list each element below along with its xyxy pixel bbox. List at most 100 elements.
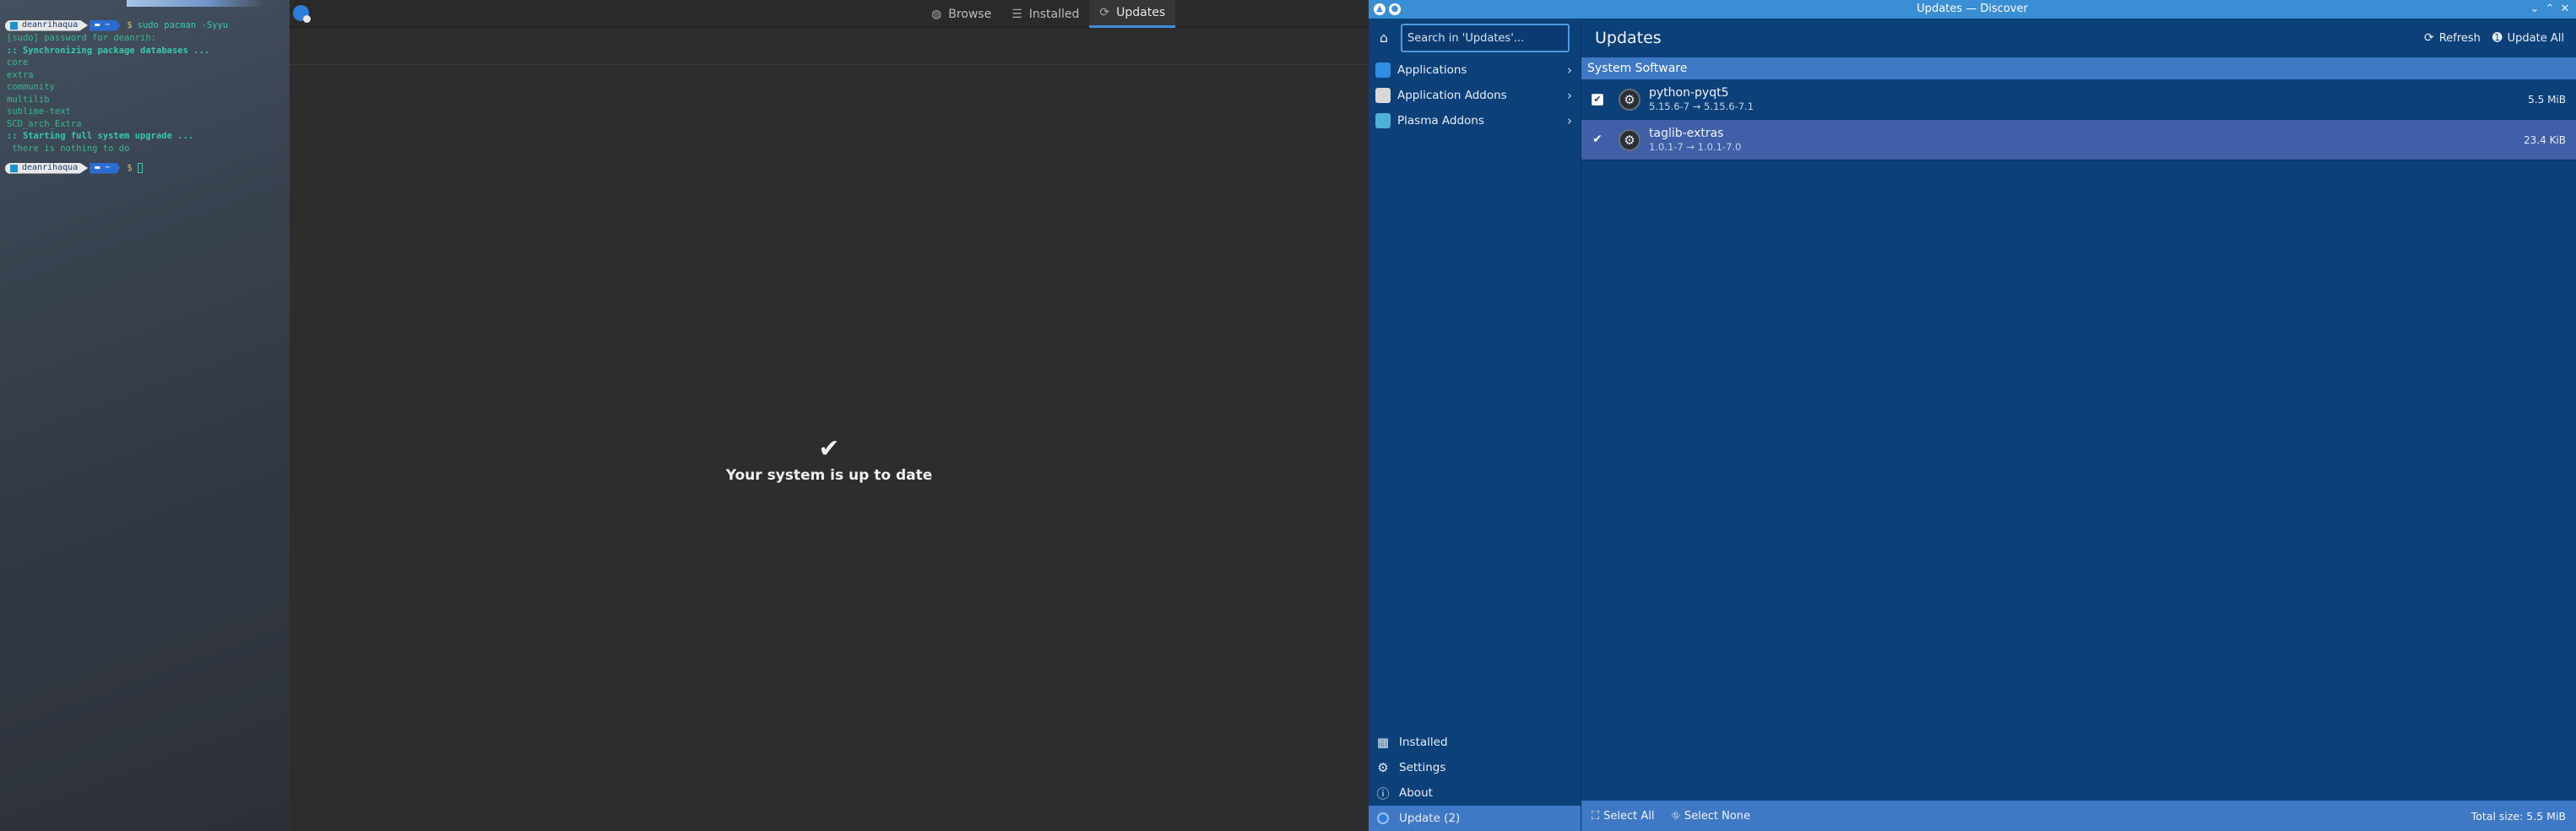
sidebar-item-plasma-addons[interactable]: Plasma Addons › <box>1369 108 1581 133</box>
nav-item-label: About <box>1399 786 1433 800</box>
chevron-right-icon: › <box>1567 113 1572 128</box>
title-bar: ▲ ● Updates — Discover ⌄ ⌃ ✕ <box>1369 0 2576 19</box>
prompt-dollar: $ <box>127 19 133 30</box>
terminal-line: SCD_arch_Extra <box>7 118 82 129</box>
terminal-window[interactable]: deanrihaqua ▬ ~ $ sudo pacman -Syyu [sud… <box>0 0 290 831</box>
minimize-button[interactable]: ⌄ <box>2527 0 2542 19</box>
package-icon: ⚙ <box>1619 88 1641 111</box>
nav-item-label: Settings <box>1399 761 1446 774</box>
window-title: Updates — Discover <box>1917 3 2028 15</box>
package-name: python-pyqt5 <box>1649 86 1729 100</box>
nav-item-update[interactable]: Update (2) <box>1369 806 1581 831</box>
folder-icon: ▬ <box>95 19 106 30</box>
package-name: taglib-extras <box>1649 127 1724 140</box>
sidebar-item-application-addons[interactable]: Application Addons › <box>1369 83 1581 108</box>
nav-item-grid[interactable]: ▦ Installed <box>1369 730 1581 755</box>
wallpaper-strip <box>127 0 262 7</box>
globe-icon: ◍ <box>931 7 942 21</box>
page-title: Updates <box>1595 29 1662 47</box>
update-row[interactable]: ✔ ⚙ python-pyqt5 5.15.6-7 → 5.15.6-7.1 5.5 M… <box>1581 79 2576 120</box>
prompt-line-current[interactable]: deanrihaqua ▬ ~ $ <box>0 161 290 175</box>
terminal-line: :: Starting full system upgrade ... <box>7 131 194 141</box>
arch-logo-icon <box>10 164 18 172</box>
prompt-user-segment: deanrihaqua <box>5 162 89 174</box>
select-all-icon: ⛶ <box>1592 809 1600 823</box>
refresh-icon: ⟳ <box>1099 6 1110 19</box>
nav-item-label: Update (2) <box>1399 812 1461 825</box>
prompt-line: deanrihaqua ▬ ~ $ sudo pacman -Syyu <box>0 19 290 32</box>
sidebar-top: ⌂ <box>1369 19 1581 57</box>
grid-icon: ▦ <box>1376 735 1390 750</box>
tab-bar: ◍ Browse ☰ Installed ⟳ Updates <box>290 0 1369 28</box>
prompt-dollar: $ <box>127 162 133 173</box>
package-info: python-pyqt5 5.15.6-7 → 5.15.6-7.1 <box>1649 85 2528 113</box>
footer-bar: ⛶ Select All ⛗ Select None Total size: 5… <box>1581 801 2576 831</box>
refresh-icon: ⟳ <box>2424 31 2434 45</box>
search-input[interactable] <box>1401 24 1570 52</box>
update-list: ✔ ⚙ python-pyqt5 5.15.6-7 → 5.15.6-7.1 5.5 M… <box>1581 79 2576 160</box>
package-version: 1.0.1-7 → 1.0.1-7.0 <box>1649 141 1742 153</box>
terminal-output: [sudo] password for deanrih::: Synchroni… <box>0 32 290 155</box>
nav-item-label: Installed <box>1399 736 1448 749</box>
select-none-button[interactable]: ⛗ Select None <box>1671 810 1750 823</box>
close-button[interactable]: ✕ <box>2557 0 2573 19</box>
category-list: Applications › Application Addons › Plasma A… <box>1369 57 1581 133</box>
nav-item-info[interactable]: ⓘ About <box>1369 780 1581 806</box>
terminal-line: sublime-text <box>7 106 71 117</box>
mid-tabs: ◍ Browse ☰ Installed ⟳ Updates <box>921 0 1176 28</box>
package-size: 23.4 KiB <box>2524 133 2566 146</box>
update-row[interactable]: ✔ ⚙ taglib-extras 1.0.1-7 → 1.0.1-7.0 23.4 K… <box>1581 120 2576 160</box>
applications-icon <box>1375 62 1391 78</box>
terminal-line: community <box>7 82 55 92</box>
sidebar-item-label: Application Addons <box>1397 89 1507 102</box>
checkmark-icon: ✔ <box>818 434 840 464</box>
tab-label: Updates <box>1116 6 1166 19</box>
tab-label: Installed <box>1028 7 1080 21</box>
maximize-button[interactable]: ⌃ <box>2542 0 2557 19</box>
select-all-button[interactable]: ⛶ Select All <box>1592 810 1654 823</box>
sidebar-item-applications[interactable]: Applications › <box>1369 57 1581 83</box>
up-to-date-status: ✔ Your system is up to date <box>290 434 1369 485</box>
refresh-button[interactable]: ⟳ Refresh <box>2424 31 2481 45</box>
package-version: 5.15.6-7 → 5.15.6-7.1 <box>1649 100 1754 112</box>
terminal-line: there is nothing to do <box>7 143 130 154</box>
chevron-right-icon: › <box>1567 88 1572 103</box>
addons-icon <box>1375 88 1391 103</box>
bottom-nav: ▦ Installed ⚙ Settings ⓘ About Update (2) <box>1369 730 1581 831</box>
prompt-dir-segment: ▬ ~ <box>89 19 121 31</box>
sidebar-item-label: Applications <box>1397 63 1467 77</box>
tab-label: Browse <box>948 7 992 21</box>
info-icon: ⓘ <box>1376 785 1390 801</box>
plasma-icon <box>1375 113 1391 128</box>
terminal-line: extra <box>7 69 34 80</box>
folder-icon: ▬ <box>95 162 106 172</box>
nav-item-settings[interactable]: ⚙ Settings <box>1369 755 1581 780</box>
tab-installed[interactable]: ☰ Installed <box>1001 0 1089 28</box>
up-to-date-text: Your system is up to date <box>725 467 933 484</box>
home-icon[interactable]: ⌂ <box>1375 30 1392 46</box>
terminal-line: multilib <box>7 94 50 105</box>
package-icon: ⚙ <box>1619 128 1641 151</box>
toolbar-area <box>290 28 1369 65</box>
chevron-right-icon: › <box>1567 62 1572 78</box>
discover-window: ▲ ● Updates — Discover ⌄ ⌃ ✕ ⌂ Applicati… <box>1369 0 2576 831</box>
sidebar: ⌂ Applications›Application Addons›Plasma… <box>1369 19 1581 831</box>
prompt-user-segment: deanrihaqua <box>5 19 89 31</box>
discover-app-icon[interactable] <box>293 5 311 23</box>
update-all-button[interactable]: ➊ Update All <box>2492 31 2564 45</box>
terminal-command: sudo pacman -Syyu <box>137 19 229 30</box>
terminal-line: [sudo] password for deanrih: <box>7 33 157 43</box>
terminal-cursor[interactable] <box>137 163 143 173</box>
main-panel: Updates ⟳ Refresh ➊ Update All System So… <box>1581 19 2576 831</box>
update-icon: ➊ <box>2492 31 2503 45</box>
tab-browse[interactable]: ◍ Browse <box>921 0 1001 28</box>
total-size: Total size: 5.5 MiB <box>2470 809 2566 823</box>
tab-updates[interactable]: ⟳ Updates <box>1089 0 1176 28</box>
terminal-line: core <box>7 57 29 68</box>
section-header: System Software <box>1581 57 2576 79</box>
update-checkbox[interactable]: ✔ <box>1592 133 1603 146</box>
package-info: taglib-extras 1.0.1-7 → 1.0.1-7.0 <box>1649 126 2524 154</box>
terminal-line: :: Synchronizing package databases ... <box>7 45 210 56</box>
main-header: Updates ⟳ Refresh ➊ Update All <box>1581 19 2576 57</box>
update-checkbox[interactable]: ✔ <box>1592 93 1603 106</box>
